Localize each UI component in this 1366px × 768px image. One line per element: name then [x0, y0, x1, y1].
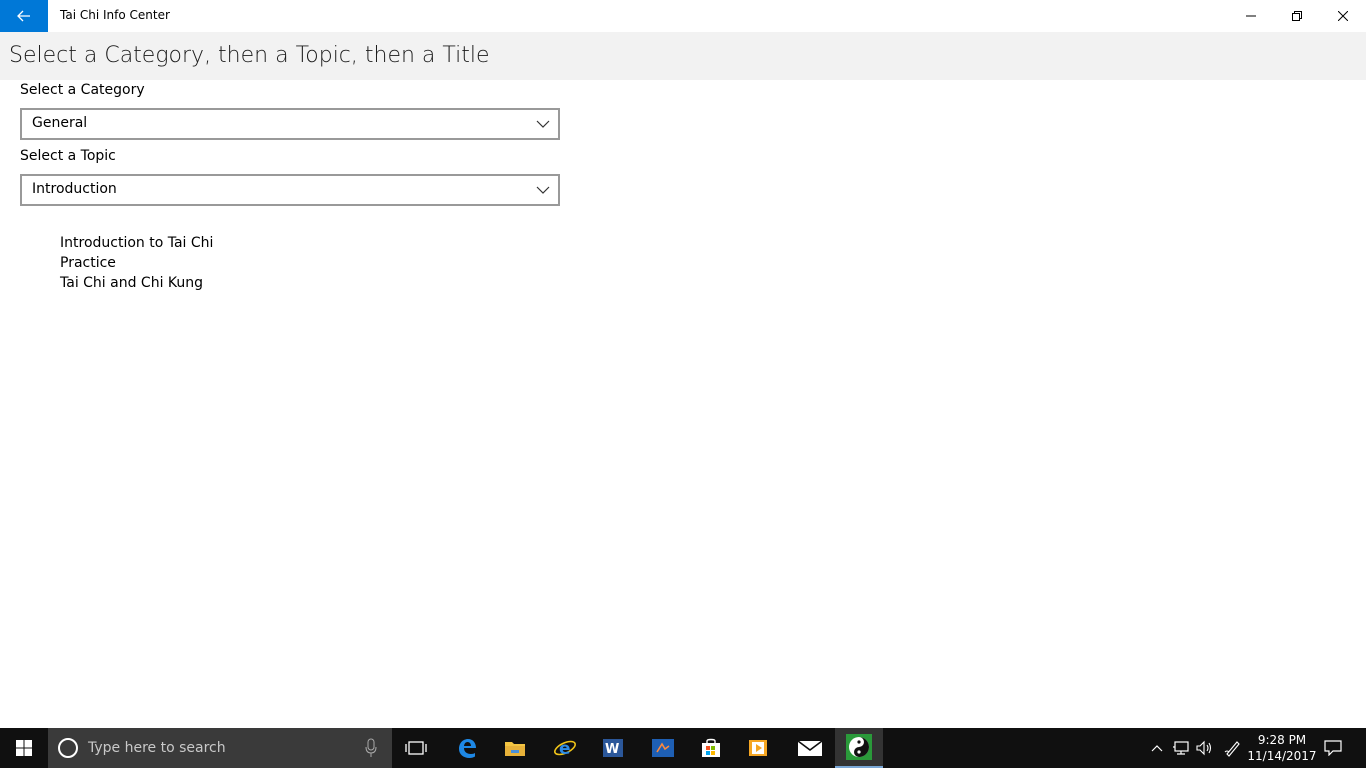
taskbar: Type here to search e W 9:28 PM 11/14/20…: [0, 728, 1366, 768]
action-center-button[interactable]: [1320, 728, 1346, 768]
clock-time: 9:28 PM: [1257, 733, 1307, 747]
word-icon: W: [603, 739, 623, 757]
page-title: Select a Category, then a Topic, then a …: [9, 43, 490, 68]
word-button[interactable]: W: [589, 728, 637, 768]
pen-icon: [1224, 741, 1240, 757]
mail-icon: [797, 740, 823, 756]
chevron-up-icon: [1151, 745, 1163, 752]
search-placeholder: Type here to search: [88, 740, 226, 756]
topic-selected-value: Introduction: [32, 181, 117, 197]
taskbar-search-box[interactable]: Type here to search: [48, 728, 392, 768]
store-icon: [702, 738, 720, 757]
title-bar: Tai Chi Info Center: [0, 0, 1366, 32]
volume-icon: [1196, 740, 1212, 756]
close-button[interactable]: [1320, 0, 1366, 32]
mail-button[interactable]: [786, 728, 834, 768]
restore-icon: [1292, 11, 1302, 21]
svg-text:e: e: [559, 739, 571, 759]
pen-workspace-button[interactable]: [1222, 728, 1244, 768]
remote-desktop-icon: [652, 739, 674, 757]
restore-button[interactable]: [1274, 0, 1320, 32]
page-header: Select a Category, then a Topic, then a …: [0, 32, 1366, 80]
edge-button[interactable]: [443, 728, 491, 768]
category-selected-value: General: [32, 115, 88, 131]
topic-label: Select a Topic: [20, 148, 116, 164]
svg-text:W: W: [605, 742, 619, 757]
clock[interactable]: 9:28 PM 11/14/2017: [1246, 732, 1318, 764]
list-item[interactable]: Tai Chi and Chi Kung: [60, 273, 213, 293]
file-explorer-button[interactable]: [491, 728, 539, 768]
volume-button[interactable]: [1194, 728, 1216, 768]
app-title: Tai Chi Info Center: [60, 8, 170, 22]
back-button[interactable]: [0, 0, 48, 32]
show-hidden-icons-button[interactable]: [1148, 728, 1166, 768]
media-player-button[interactable]: [735, 728, 783, 768]
list-item[interactable]: Introduction to Tai Chi: [60, 233, 213, 253]
task-view-button[interactable]: [392, 728, 440, 768]
network-icon: [1173, 741, 1189, 755]
topic-dropdown[interactable]: Introduction: [20, 174, 560, 206]
internet-explorer-button[interactable]: e: [541, 728, 589, 768]
close-icon: [1338, 11, 1348, 21]
back-arrow-icon: [17, 10, 30, 22]
task-view-icon: [405, 741, 427, 755]
chevron-down-icon: [536, 120, 550, 128]
minimize-icon: [1246, 15, 1256, 17]
network-button[interactable]: [1170, 728, 1192, 768]
yin-yang-icon: [846, 734, 872, 760]
list-item[interactable]: Practice: [60, 253, 213, 273]
chevron-down-icon: [536, 186, 550, 194]
folder-icon: [505, 742, 525, 756]
category-label: Select a Category: [20, 82, 145, 98]
tai-chi-app-button[interactable]: [835, 728, 883, 768]
category-dropdown[interactable]: General: [20, 108, 560, 140]
cortana-icon: [58, 738, 78, 758]
windows-logo-icon: [16, 740, 32, 756]
edge-icon: [459, 739, 476, 758]
microphone-icon[interactable]: [364, 738, 378, 758]
start-button[interactable]: [0, 728, 48, 768]
minimize-button[interactable]: [1228, 0, 1274, 32]
internet-explorer-icon: e: [554, 739, 576, 759]
store-button[interactable]: [687, 728, 735, 768]
clock-date: 11/14/2017: [1247, 749, 1317, 763]
remote-desktop-button[interactable]: [639, 728, 687, 768]
media-player-icon: [749, 740, 767, 756]
notification-icon: [1324, 740, 1342, 756]
titles-list: Introduction to Tai Chi Practice Tai Chi…: [60, 233, 213, 293]
